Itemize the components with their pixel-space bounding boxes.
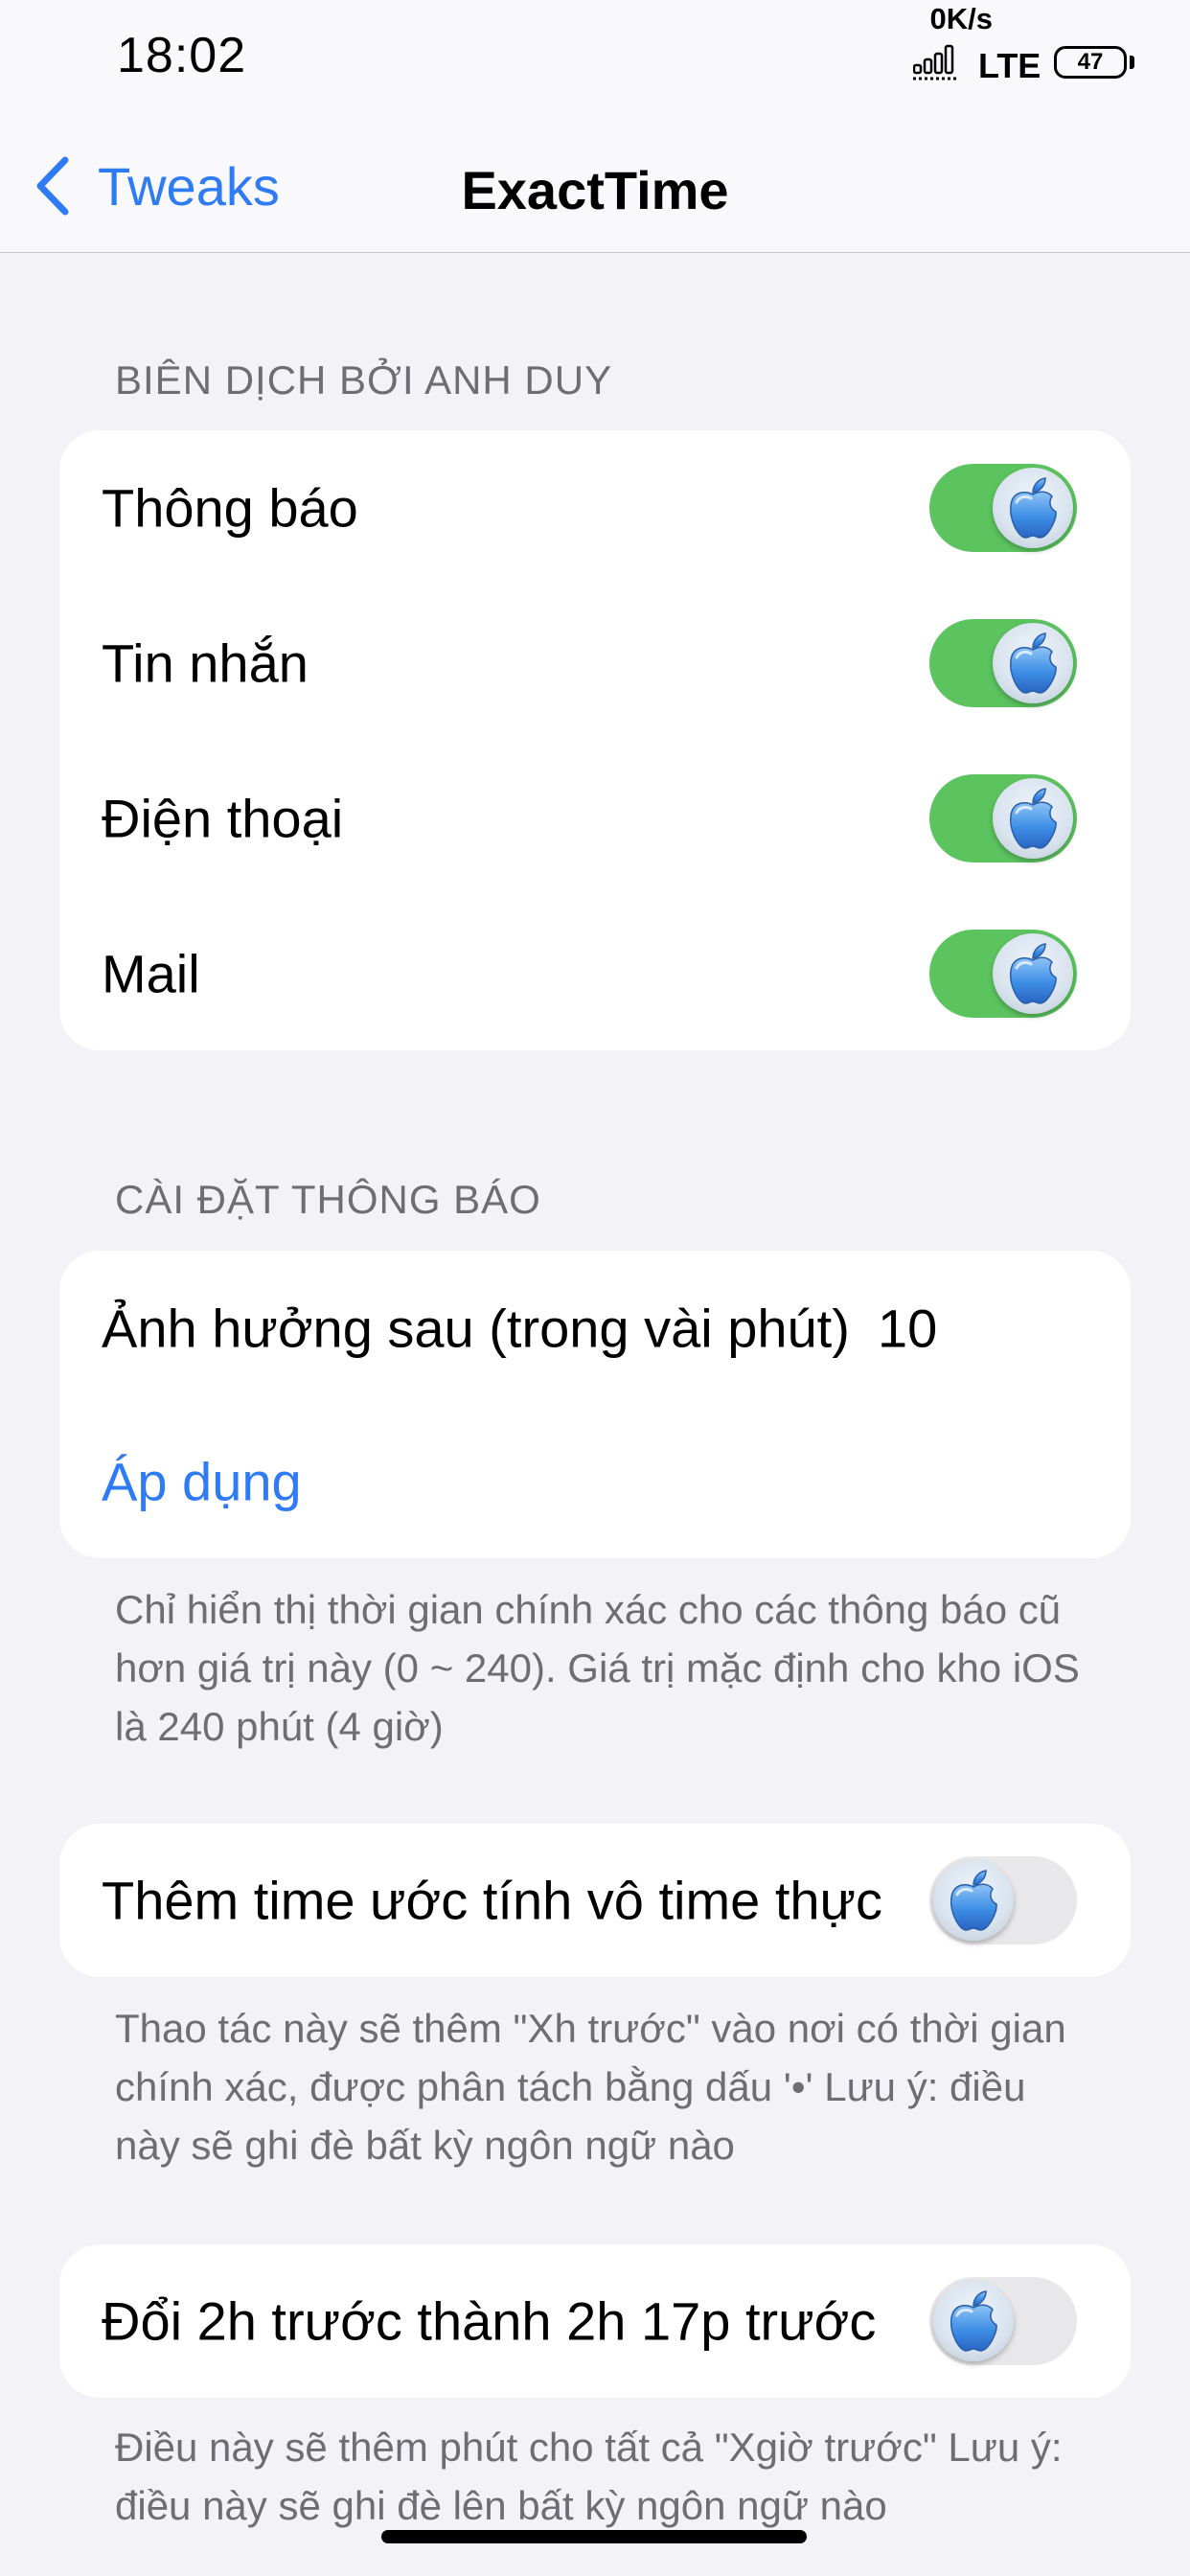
home-indicator — [381, 2530, 807, 2543]
signal-icon — [913, 44, 957, 80]
row-messages: Tin nhắn — [59, 586, 1131, 741]
row-delay[interactable]: Ảnh hưởng sau (trong vài phút) 10 — [59, 1251, 1131, 1406]
row-label: Điện thoại — [102, 788, 344, 849]
messages-toggle[interactable] — [929, 619, 1077, 707]
minutes-label: Đổi 2h trước thành 2h 17p trước — [102, 2290, 877, 2352]
row-label: Mail — [102, 943, 200, 1004]
row-label: Tin nhắn — [102, 632, 309, 694]
section-header-notification-settings: CÀI ĐẶT THÔNG BÁO — [115, 1177, 541, 1222]
minutes-card: Đổi 2h trước thành 2h 17p trước — [59, 2244, 1131, 2398]
battery-tip — [1130, 56, 1134, 69]
navigation-bar: Tweaks ExactTime — [0, 107, 1190, 253]
estimated-time-toggle[interactable] — [929, 1856, 1077, 1944]
delay-value-field[interactable]: 10 — [878, 1298, 937, 1360]
page-title: ExactTime — [461, 160, 729, 220]
minutes-toggle[interactable] — [929, 2277, 1077, 2365]
estimated-time-footer: Thao tác này sẽ thêm "Xh trước" vào nơi … — [115, 2006, 1066, 2168]
row-phone: Điện thoại — [59, 741, 1131, 896]
estimated-time-label: Thêm time ước tính vô time thực — [102, 1870, 883, 1931]
battery-icon: 47 — [1054, 46, 1127, 79]
notification-sources-card: Thông báo Tin nhắn Điện thoại Mail — [59, 430, 1131, 1050]
row-apply[interactable]: Áp dụng — [59, 1404, 1131, 1558]
row-minutes: Đổi 2h trước thành 2h 17p trước — [59, 2244, 1131, 2398]
network-type: LTE — [978, 46, 1041, 85]
apple-logo-icon — [993, 468, 1073, 548]
row-label: Thông báo — [102, 477, 358, 539]
minutes-footer: Điều này sẽ thêm phút cho tất cả "Xgiờ t… — [115, 2425, 1063, 2528]
notification-settings-footer: Chỉ hiển thị thời gian chính xác cho các… — [115, 1587, 1080, 1749]
apple-logo-icon — [933, 1860, 1014, 1941]
apply-button[interactable]: Áp dụng — [102, 1451, 302, 1513]
row-mail: Mail — [59, 896, 1131, 1050]
apple-logo-icon — [993, 778, 1073, 859]
battery-level: 47 — [1077, 49, 1104, 75]
section-header-credits: BIÊN DỊCH BỞI ANH DUY — [115, 357, 613, 402]
row-estimated-time: Thêm time ước tính vô time thực — [59, 1824, 1131, 1977]
estimated-time-card: Thêm time ước tính vô time thực — [59, 1824, 1131, 1977]
status-time: 18:02 — [117, 28, 247, 83]
notifications-toggle[interactable] — [929, 464, 1077, 552]
delay-label: Ảnh hưởng sau (trong vài phút) — [102, 1298, 850, 1359]
network-speed: 0K/s — [929, 2, 993, 35]
status-bar: 18:02 0K/s LTE 47 — [0, 0, 1190, 107]
mail-toggle[interactable] — [929, 930, 1077, 1018]
row-notifications: Thông báo — [59, 430, 1131, 586]
apple-logo-icon — [993, 933, 1073, 1014]
phone-toggle[interactable] — [929, 774, 1077, 862]
apple-logo-icon — [933, 2281, 1014, 2361]
notification-settings-card: Ảnh hưởng sau (trong vài phút) 10 Áp dụn… — [59, 1251, 1131, 1558]
apple-logo-icon — [993, 623, 1073, 703]
